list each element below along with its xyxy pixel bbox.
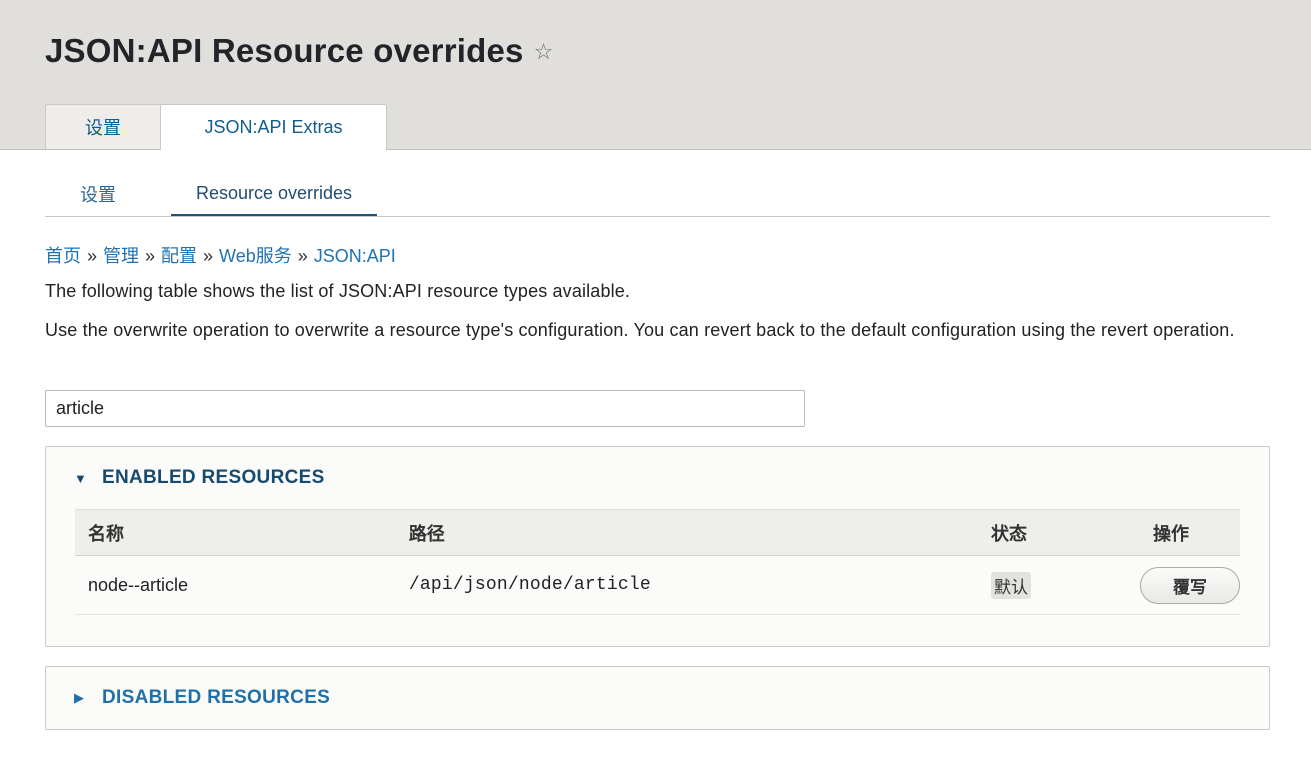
breadcrumb: 首页» 管理» 配置» Web服务» JSON:API [45,244,396,268]
tab-jsonapi-extras[interactable]: JSON:API Extras [160,104,387,150]
table-row: node--article /api/json/node/article 默认 … [75,555,1240,615]
breadcrumb-separator: » [203,246,214,266]
disabled-resources-title: DISABLED RESOURCES [102,687,331,708]
page-header: JSON:API Resource overrides ☆ 设置 JSON:API… [0,0,1311,150]
secondary-tabs: 设置 Resource overrides [45,172,1270,217]
resource-path: /api/json/node/article [395,555,979,615]
tab-jsonapi-extras-label: JSON:API Extras [204,117,343,137]
breadcrumb-admin[interactable]: 管理 [103,246,139,266]
overwrite-button[interactable]: 覆写 [1140,566,1240,604]
triangle-down-icon: ▼ [74,470,88,486]
disabled-resources-summary[interactable]: ▶ DISABLED RESOURCES [74,687,330,709]
star-outline-icon[interactable]: ☆ [534,32,554,72]
column-header-operations: 操作 [1140,509,1240,556]
breadcrumb-jsonapi[interactable]: JSON:API [314,246,396,266]
filter-input[interactable] [45,390,805,427]
tab-settings[interactable]: 设置 [45,104,161,149]
subtab-resource-overrides[interactable]: Resource overrides [171,172,377,216]
column-header-path: 路径 [395,509,979,556]
page-title-text: JSON:API Resource overrides [45,32,524,69]
page-title: JSON:API Resource overrides ☆ [45,31,554,72]
breadcrumb-config[interactable]: 配置 [161,246,197,266]
resource-operations-cell: 覆写 [1140,555,1240,615]
enabled-resources-section: ▼ ENABLED RESOURCES 名称 路径 状态 操作 node--ar… [45,446,1270,647]
description-line-1: The following table shows the list of JS… [45,281,631,301]
breadcrumb-home[interactable]: 首页 [45,246,81,266]
description-line-2: Use the overwrite operation to overwrite… [45,320,1235,340]
subtab-settings-label: 设置 [80,185,116,205]
resource-name: node--article [75,555,396,615]
tab-settings-label: 设置 [85,118,121,138]
disabled-resources-section: ▶ DISABLED RESOURCES [45,666,1270,730]
enabled-resources-summary[interactable]: ▼ ENABLED RESOURCES [74,467,325,489]
subtab-settings[interactable]: 设置 [45,172,151,216]
breadcrumb-separator: » [87,246,98,266]
breadcrumb-web-services[interactable]: Web服务 [219,246,292,266]
subtab-resource-overrides-label: Resource overrides [195,182,353,203]
status-badge: 默认 [991,571,1032,599]
enabled-resources-title: ENABLED RESOURCES [102,467,325,488]
table-header-row: 名称 路径 状态 操作 [75,509,1240,556]
breadcrumb-separator: » [145,246,156,266]
column-header-status: 状态 [978,509,1140,556]
resource-status-cell: 默认 [978,555,1140,615]
enabled-resources-table: 名称 路径 状态 操作 node--article /api/json/node… [75,509,1240,615]
breadcrumb-separator: » [297,246,308,266]
triangle-right-icon: ▶ [74,690,85,705]
column-header-name: 名称 [75,509,396,556]
